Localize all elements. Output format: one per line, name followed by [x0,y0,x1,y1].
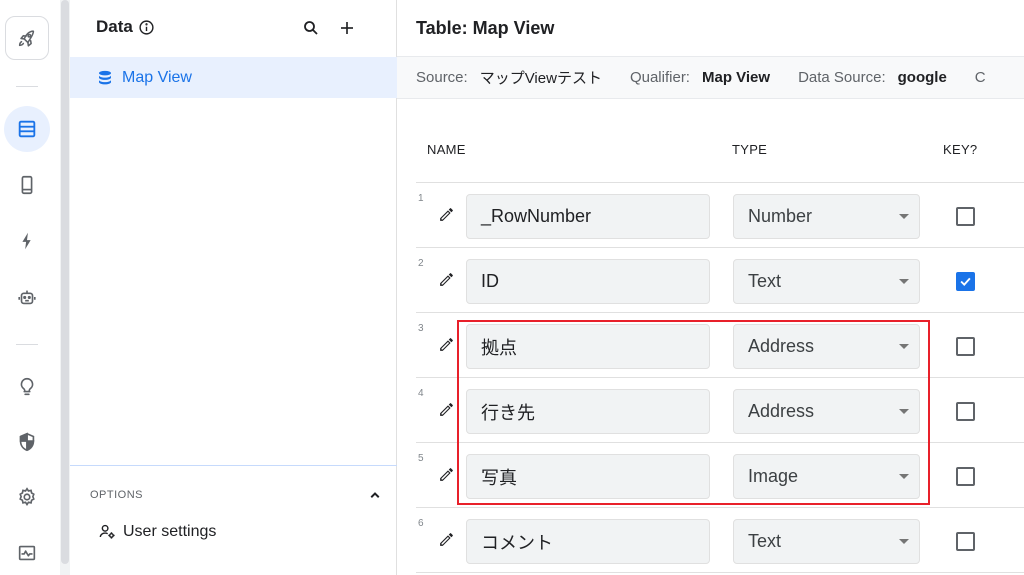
robot-icon[interactable] [4,274,50,320]
column-name-field[interactable]: 行き先 [466,389,710,434]
key-checkbox[interactable] [956,532,975,551]
key-checkbox[interactable] [956,272,975,291]
plus-icon [341,22,353,34]
column-type-select[interactable]: Image [733,454,920,499]
column-type-value: Address [748,401,815,421]
column-name-field[interactable]: コメント [466,519,710,564]
column-type-value: Text [748,531,782,551]
table-info-bar: Source: マップViewテスト Qualifier: Map View D… [397,56,1024,99]
rail-divider [16,344,38,345]
pencil-icon[interactable] [438,466,455,483]
dropdown-arrow-icon [899,539,909,544]
source-label: Source: [416,69,468,86]
pencil-icon[interactable] [438,401,455,418]
data-panel: Data Map View OPTIONS User settings [70,0,397,575]
dropdown-arrow-icon [899,344,909,349]
page-title: Table: Map View [416,18,555,38]
panel-title: Data [96,17,155,37]
table-item-label: Map View [122,68,192,86]
row-number: 1 [418,193,424,204]
gear-icon[interactable] [4,474,50,520]
panel-divider [70,465,397,466]
checkmark-icon [960,277,971,286]
info-icon[interactable] [138,19,155,36]
column-type-select[interactable]: Number [733,194,920,239]
icon-rail [0,0,60,575]
column-type-value: Number [748,206,813,226]
chevron-up-icon[interactable] [366,486,384,504]
column-type-select[interactable]: Address [733,389,920,434]
table-item-map-view[interactable]: Map View [70,57,397,98]
database-icon [99,70,111,84]
dropdown-arrow-icon [899,474,909,479]
column-name-field[interactable]: ID [466,259,710,304]
row-number: 2 [418,258,424,269]
table-row: 5 写真 Image [416,443,1024,508]
scrollbar-thumb[interactable] [61,0,69,564]
rail-divider [16,86,38,87]
data-table-icon[interactable] [4,106,50,152]
row-number: 5 [418,453,424,464]
dropdown-arrow-icon [899,409,909,414]
truncated-label: C [974,69,986,86]
column-type-select[interactable]: Text [733,519,920,564]
panel-title-text: Data [96,17,133,36]
options-label: OPTIONS [90,489,144,501]
table-row: 1 _RowNumber Number [416,183,1024,248]
table-row: 2 ID Text [416,248,1024,313]
pencil-icon[interactable] [438,336,455,353]
pencil-icon[interactable] [438,271,455,288]
column-name-field[interactable]: 写真 [466,454,710,499]
source-value: マップViewテスト [479,70,602,87]
user-settings-icon [99,524,115,539]
key-checkbox[interactable] [956,467,975,486]
search-button[interactable] [298,15,324,41]
qualifier-value: Map View [701,69,771,86]
monitor-icon[interactable] [4,530,50,575]
column-name-field[interactable]: 拠点 [466,324,710,369]
row-number: 3 [418,323,424,334]
user-settings-item[interactable]: User settings [98,522,216,541]
table-row: 3 拠点 Address [416,313,1024,378]
column-type-select[interactable]: Address [733,324,920,369]
shield-icon[interactable] [4,419,50,465]
qualifier-label: Qualifier: [629,69,690,86]
rocket-icon[interactable] [5,16,49,60]
pencil-icon[interactable] [438,531,455,548]
add-button[interactable] [334,15,360,41]
pencil-icon[interactable] [438,206,455,223]
column-header-key: KEY? [943,142,978,157]
column-header-type: TYPE [732,142,768,157]
key-checkbox[interactable] [956,337,975,356]
table-row: 4 行き先 Address [416,378,1024,443]
bolt-icon[interactable] [4,218,50,264]
dropdown-arrow-icon [899,279,909,284]
key-checkbox[interactable] [956,207,975,226]
column-type-value: Address [748,336,815,356]
dropdown-arrow-icon [899,214,909,219]
key-checkbox[interactable] [956,402,975,421]
column-header-name: NAME [427,142,466,157]
datasource-label: Data Source: [798,69,886,86]
column-name-field[interactable]: _RowNumber [466,194,710,239]
column-type-value: Image [748,466,799,486]
row-number: 4 [418,388,424,399]
lightbulb-icon[interactable] [4,364,50,410]
phone-icon[interactable] [4,162,50,208]
search-icon [304,21,318,35]
column-type-select[interactable]: Text [733,259,920,304]
rail-scrollbar[interactable] [60,0,70,575]
column-type-value: Text [748,271,782,291]
datasource-value: google [897,69,947,86]
main-content: Table: Map View Source: マップViewテスト Quali… [397,0,1024,575]
table-row: 6 コメント Text [416,508,1024,573]
row-number: 6 [418,518,424,529]
user-settings-label: User settings [123,522,217,540]
